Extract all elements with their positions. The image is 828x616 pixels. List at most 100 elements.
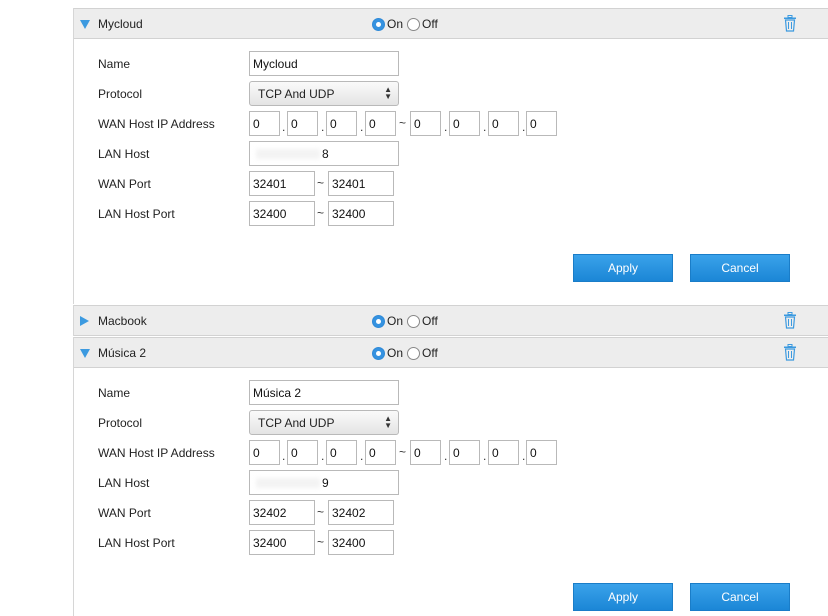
trash-icon[interactable]: [783, 15, 797, 32]
rule-header[interactable]: Música 2 On Off: [74, 337, 828, 368]
wan-port-end[interactable]: 32401: [328, 171, 394, 196]
cancel-button[interactable]: Cancel: [690, 254, 790, 282]
rule-panel-musica-2: Música 2 On Off Name Música 2 Protocol T…: [73, 337, 828, 616]
name-input[interactable]: Música 2: [249, 380, 399, 405]
range-tilde: ~: [317, 505, 325, 519]
rule-header[interactable]: Macbook On Off: [74, 305, 828, 336]
dot-separator: .: [360, 449, 364, 463]
radio-on-label: On: [387, 314, 404, 328]
lan-host-input[interactable]: 8: [249, 141, 399, 166]
lan-host-value: 9: [322, 476, 329, 490]
radio-off[interactable]: [407, 314, 421, 328]
cancel-button[interactable]: Cancel: [690, 583, 790, 611]
radio-on[interactable]: [372, 314, 385, 328]
name-label: Name: [98, 57, 131, 71]
wan-ip-start-2[interactable]: 0: [287, 111, 318, 136]
wan-port-end[interactable]: 32402: [328, 500, 394, 525]
rule-name: Macbook: [98, 314, 147, 328]
name-input[interactable]: Mycloud: [249, 51, 399, 76]
caret-right-icon[interactable]: [80, 316, 89, 326]
wan-ip-end-2[interactable]: 0: [449, 111, 480, 136]
wan-ip-end-2[interactable]: 0: [449, 440, 480, 465]
range-tilde: ~: [399, 445, 407, 459]
caret-down-icon[interactable]: [80, 349, 90, 358]
wan-ip-end-3[interactable]: 0: [488, 440, 519, 465]
radio-on[interactable]: [372, 17, 385, 31]
name-label: Name: [98, 386, 131, 400]
wan-ip-end-1[interactable]: 0: [410, 440, 441, 465]
protocol-value: TCP And UDP: [258, 416, 335, 430]
range-tilde: ~: [399, 116, 407, 130]
range-tilde: ~: [317, 176, 325, 190]
apply-button[interactable]: Apply: [573, 583, 673, 611]
wan-ip-start-4[interactable]: 0: [365, 111, 396, 136]
lan-host-label: LAN Host: [98, 147, 150, 161]
lan-port-end[interactable]: 32400: [328, 530, 394, 555]
updown-arrows-icon: ▲ ▼: [384, 85, 392, 101]
apply-button[interactable]: Apply: [573, 254, 673, 282]
wan-ip-start-1[interactable]: 0: [249, 111, 280, 136]
wan-ip-end-1[interactable]: 0: [410, 111, 441, 136]
radio-on-label: On: [387, 346, 404, 360]
dot-separator: .: [321, 120, 325, 134]
dot-separator: .: [483, 120, 487, 134]
lan-port-label: LAN Host Port: [98, 207, 175, 221]
rule-panel-mycloud: Mycloud On Off Name Mycloud Protocol TCP…: [73, 8, 828, 304]
wan-ip-start-2[interactable]: 0: [287, 440, 318, 465]
enable-toggle: On Off: [372, 314, 442, 328]
lan-port-label: LAN Host Port: [98, 536, 175, 550]
radio-off[interactable]: [407, 17, 421, 31]
wan-ip-end-4[interactable]: 0: [526, 440, 557, 465]
rule-name: Música 2: [98, 346, 147, 360]
rule-header[interactable]: Mycloud On Off: [74, 8, 828, 39]
trash-icon[interactable]: [783, 312, 797, 329]
lan-host-input[interactable]: 9: [249, 470, 399, 495]
lan-host-value: 8: [322, 147, 329, 161]
wan-port-start[interactable]: 32402: [249, 500, 315, 525]
radio-on[interactable]: [372, 346, 385, 360]
protocol-label: Protocol: [98, 87, 143, 101]
rule-name: Mycloud: [98, 17, 143, 31]
enable-toggle: On Off: [372, 17, 442, 31]
range-tilde: ~: [317, 535, 325, 549]
dot-separator: .: [321, 449, 325, 463]
dot-separator: .: [360, 120, 364, 134]
wan-ip-label: WAN Host IP Address: [98, 117, 215, 131]
lan-port-end[interactable]: 32400: [328, 201, 394, 226]
dot-separator: .: [444, 120, 448, 134]
updown-arrows-icon: ▲ ▼: [384, 414, 392, 430]
wan-ip-start-1[interactable]: 0: [249, 440, 280, 465]
dot-separator: .: [444, 449, 448, 463]
caret-down-icon[interactable]: [80, 20, 90, 29]
range-tilde: ~: [317, 206, 325, 220]
protocol-select[interactable]: TCP And UDP ▲ ▼: [249, 81, 399, 106]
dot-separator: .: [282, 449, 286, 463]
lan-host-label: LAN Host: [98, 476, 150, 490]
wan-port-start[interactable]: 32401: [249, 171, 315, 196]
trash-icon[interactable]: [783, 344, 797, 361]
dot-separator: .: [522, 449, 526, 463]
rule-panel-macbook: Macbook On Off: [73, 305, 828, 336]
lan-port-start[interactable]: 32400: [249, 201, 315, 226]
wan-ip-start-3[interactable]: 0: [326, 111, 357, 136]
wan-ip-end-4[interactable]: 0: [526, 111, 557, 136]
redacted-area: [256, 478, 320, 488]
radio-off-label: Off: [422, 314, 438, 328]
wan-ip-start-3[interactable]: 0: [326, 440, 357, 465]
lan-port-start[interactable]: 32400: [249, 530, 315, 555]
protocol-label: Protocol: [98, 416, 143, 430]
wan-ip-start-4[interactable]: 0: [365, 440, 396, 465]
protocol-value: TCP And UDP: [258, 87, 335, 101]
enable-toggle: On Off: [372, 346, 442, 360]
radio-off[interactable]: [407, 346, 421, 360]
redacted-area: [256, 149, 320, 159]
wan-ip-end-3[interactable]: 0: [488, 111, 519, 136]
radio-off-label: Off: [422, 17, 438, 31]
wan-port-label: WAN Port: [98, 506, 151, 520]
dot-separator: .: [483, 449, 487, 463]
wan-ip-label: WAN Host IP Address: [98, 446, 215, 460]
dot-separator: .: [282, 120, 286, 134]
protocol-select[interactable]: TCP And UDP ▲ ▼: [249, 410, 399, 435]
dot-separator: .: [522, 120, 526, 134]
radio-off-label: Off: [422, 346, 438, 360]
